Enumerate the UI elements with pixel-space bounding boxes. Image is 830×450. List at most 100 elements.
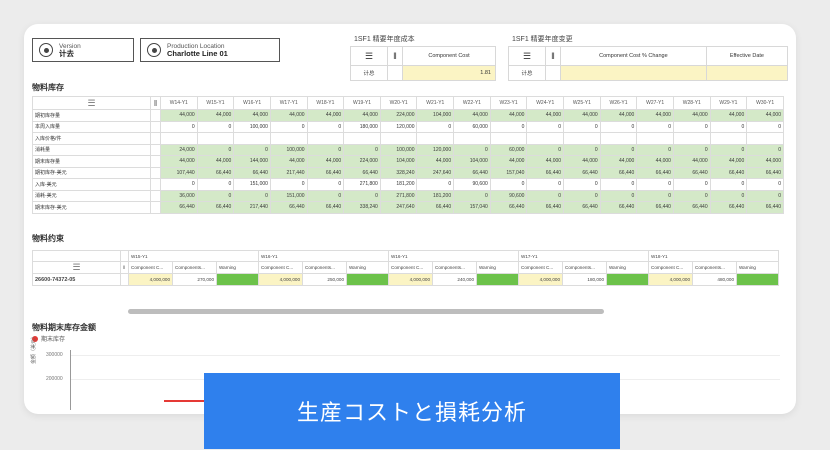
- empty-cell: [120, 273, 129, 286]
- table-cell: 271,800: [379, 189, 418, 202]
- table-cell: 181,200: [416, 189, 455, 202]
- sub-header: Warning: [606, 261, 649, 274]
- table-row: 26600-74372-05 4,000,000 270,000 4,000,000 2…: [32, 273, 779, 286]
- sub-header: Components...: [432, 261, 477, 274]
- table-cell: 224,000: [343, 155, 381, 168]
- table-cell: 60,000: [489, 143, 528, 156]
- table-cell: [196, 132, 235, 145]
- table-cell: 144,000: [233, 155, 271, 168]
- table-cell: 157,040: [489, 166, 528, 179]
- table-cell: 0: [599, 189, 638, 202]
- row-label: 期初库存量: [32, 109, 151, 122]
- table-row: 期末库存-美元 66,440 66,440 217,440 66,440 66,440 33…: [32, 201, 784, 214]
- row-label: 消耗量: [32, 143, 151, 156]
- component-cost-cell[interactable]: 4,000,000: [518, 273, 563, 286]
- table-cell: 66,440: [709, 201, 748, 214]
- table-cell: 36,000: [160, 189, 198, 202]
- sub-header: Components...: [172, 261, 217, 274]
- table-cell: 0: [672, 189, 711, 202]
- components-cell: 270,000: [172, 273, 217, 286]
- table-cell: 0: [196, 120, 235, 133]
- table-cell: [379, 132, 418, 145]
- table-cell: 66,440: [599, 201, 638, 214]
- table-cell: 66,440: [636, 201, 674, 214]
- table-cell: 181,200: [379, 178, 418, 191]
- sub-header: Component C...: [648, 261, 693, 274]
- hamburger-icon[interactable]: ☰: [508, 46, 546, 66]
- table-cell: 120,000: [379, 120, 418, 133]
- y-tick: 200000: [46, 376, 63, 382]
- sub-header: Warning: [476, 261, 519, 274]
- component-cost-cell[interactable]: 4,000,000: [648, 273, 693, 286]
- components-cell: 250,000: [302, 273, 347, 286]
- annual-cost-title: 1SF1 精要年度成本: [354, 36, 415, 43]
- chart-title: 物料期末库存金额: [32, 323, 96, 332]
- table-cell: 44,000: [343, 109, 381, 122]
- column-resize-icon[interactable]: ‖: [545, 46, 561, 66]
- column-resize-icon[interactable]: [120, 250, 129, 262]
- table-cell: 0: [672, 178, 711, 191]
- table-cell: 66,440: [599, 166, 638, 179]
- table-cell: 0: [233, 189, 271, 202]
- table-cell: [416, 132, 455, 145]
- week-header: W17-Y1: [269, 96, 308, 110]
- table-cell: 44,000: [306, 109, 345, 122]
- production-location-selector[interactable]: Production Location Charlotte Line 01: [140, 38, 280, 62]
- column-resize-icon[interactable]: ‖: [120, 261, 129, 274]
- table-cell: 0: [416, 120, 455, 133]
- table-cell: 90,600: [453, 178, 491, 191]
- table-cell: 44,000: [526, 155, 565, 168]
- table-cell: 66,440: [672, 201, 711, 214]
- table-cell: 0: [196, 178, 235, 191]
- table-cell: 0: [563, 178, 601, 191]
- table-cell: 0: [636, 143, 674, 156]
- table-cell: 107,440: [160, 166, 198, 179]
- table-cell: 44,000: [672, 155, 711, 168]
- table-cell: 60,000: [453, 120, 491, 133]
- table-cell: 328,240: [379, 166, 418, 179]
- table-cell: 44,000: [269, 155, 308, 168]
- table-cell: 44,000: [563, 109, 601, 122]
- table-cell: 157,040: [453, 201, 491, 214]
- week-header: W16-Y1: [388, 250, 519, 262]
- table-cell: 0: [709, 120, 748, 133]
- week-header: W16-Y1: [233, 96, 271, 110]
- warning-cell: [476, 273, 519, 286]
- component-cost-cell[interactable]: 4,000,000: [388, 273, 433, 286]
- table-cell: 0: [526, 178, 565, 191]
- week-header: W25-Y1: [563, 96, 601, 110]
- table-cell: 66,440: [563, 166, 601, 179]
- hamburger-icon[interactable]: ☰: [32, 261, 121, 274]
- sub-header: Components...: [562, 261, 607, 274]
- table-cell: 0: [306, 178, 345, 191]
- week-header: W15-Y1: [128, 250, 259, 262]
- table-cell: 0: [269, 178, 308, 191]
- component-cost-cell[interactable]: 4,000,000: [128, 273, 173, 286]
- table-cell: 0: [489, 120, 528, 133]
- warning-cell: [216, 273, 259, 286]
- table-cell: 0: [343, 189, 381, 202]
- table-cell: 66,440: [526, 166, 565, 179]
- column-resize-icon[interactable]: ‖: [387, 46, 403, 66]
- table-cell: 44,000: [599, 155, 638, 168]
- horizontal-scrollbar[interactable]: [128, 309, 604, 314]
- table-cell: 44,000: [160, 109, 198, 122]
- table-cell: 66,440: [306, 166, 345, 179]
- hamburger-icon[interactable]: ☰: [350, 46, 388, 66]
- table-cell: 66,440: [746, 201, 784, 214]
- table-cell: 0: [196, 143, 235, 156]
- table-cell: 217,440: [233, 201, 271, 214]
- row-label: 入库价格/件: [32, 132, 151, 145]
- hamburger-icon[interactable]: ☰: [32, 96, 151, 110]
- table-cell: 0: [709, 143, 748, 156]
- table-cell: 0: [416, 178, 455, 191]
- version-selector[interactable]: Version 计去: [32, 38, 134, 62]
- table-cell: 100,000: [379, 143, 418, 156]
- sub-header: Components...: [302, 261, 347, 274]
- table-cell: 44,000: [306, 155, 345, 168]
- row-label: 入库-美元: [32, 178, 151, 191]
- component-cost-cell[interactable]: 4,000,000: [258, 273, 303, 286]
- week-header: W23-Y1: [489, 96, 528, 110]
- week-header: W21-Y1: [416, 96, 455, 110]
- column-resize-icon[interactable]: ‖: [150, 96, 161, 110]
